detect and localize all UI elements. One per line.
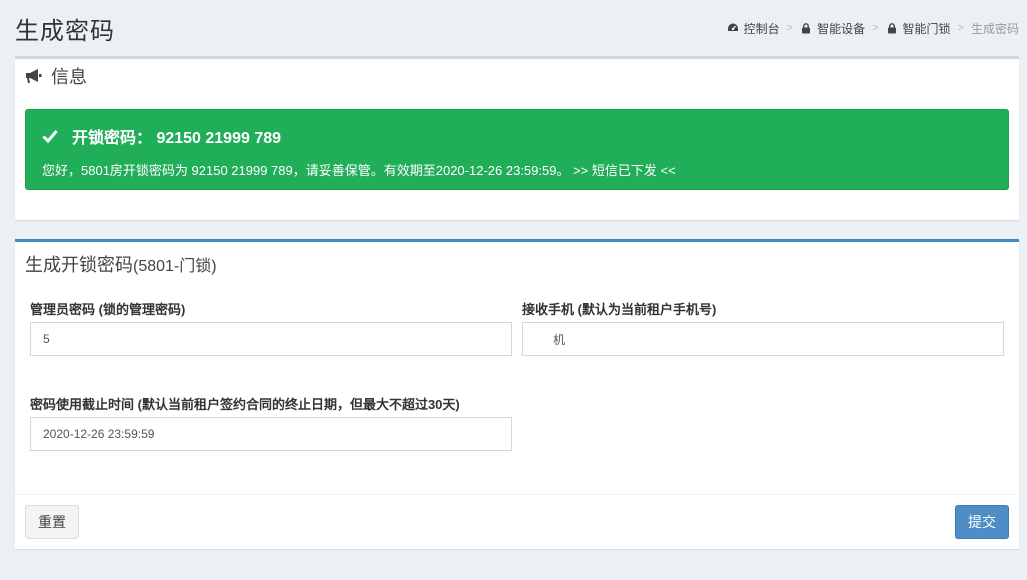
breadcrumb-separator: >	[957, 22, 964, 34]
expire-time-label: 密码使用截止时间 (默认当前租户签约合同的终止日期，但最大不超过30天)	[30, 397, 460, 412]
breadcrumb-item-smart-devices[interactable]: 智能设备	[800, 20, 865, 37]
breadcrumb-item-dashboard[interactable]: 控制台	[727, 20, 780, 37]
form-subtitle: (5801-门锁)	[133, 258, 217, 275]
page-header: 生成密码 控制台 > 智能设备 > 智能门锁 > 生成密码	[15, 8, 1019, 48]
success-alert: 开锁密码： 92150 21999 789 您好，5801房开锁密码为 9215…	[25, 109, 1009, 190]
breadcrumb-label: 智能门锁	[902, 21, 951, 36]
lock-icon	[802, 23, 811, 34]
breadcrumb-item-smart-locks[interactable]: 智能门锁	[886, 20, 951, 37]
breadcrumb-current: 生成密码	[970, 21, 1019, 36]
form-title-text: 生成开锁密码	[25, 255, 133, 275]
form-box-title: 生成开锁密码(5801-门锁)	[25, 251, 217, 277]
form-footer: 重置 提交	[15, 494, 1019, 549]
page-title: 生成密码	[15, 17, 115, 45]
alert-message: 您好，5801房开锁密码为 92150 21999 789，请妥善保管。有效期至…	[42, 163, 676, 178]
expire-time-input[interactable]	[30, 417, 512, 451]
breadcrumb: 控制台 > 智能设备 > 智能门锁 > 生成密码	[727, 20, 1019, 37]
info-box-title: 信息	[51, 67, 87, 87]
form-box-header: 生成开锁密码(5801-门锁)	[15, 242, 1019, 284]
dashboard-icon	[727, 23, 738, 31]
alert-title-row: 开锁密码： 92150 21999 789	[42, 124, 992, 148]
info-box-header: 信息	[15, 59, 1019, 93]
breadcrumb-label: 控制台	[743, 21, 780, 36]
breadcrumb-separator: >	[786, 22, 794, 34]
lock-icon	[887, 23, 896, 34]
info-box: 信息 开锁密码： 92150 21999 789 您好，5801房开锁密码为 9…	[15, 56, 1019, 220]
form-box: 生成开锁密码(5801-门锁) 管理员密码 (锁的管理密码) 接收手机 (默认为…	[15, 239, 1019, 549]
check-icon	[42, 130, 58, 143]
receiver-phone-label: 接收手机 (默认为当前租户手机号)	[522, 302, 717, 317]
receiver-phone-input[interactable]	[522, 322, 1004, 356]
admin-password-input[interactable]	[30, 322, 512, 356]
alert-title: 开锁密码： 92150 21999 789	[72, 130, 282, 147]
bullhorn-icon	[26, 69, 42, 83]
submit-button[interactable]: 提交	[955, 505, 1009, 539]
breadcrumb-label: 智能设备	[817, 21, 866, 36]
admin-password-label: 管理员密码 (锁的管理密码)	[30, 302, 186, 317]
reset-button[interactable]: 重置	[25, 505, 79, 539]
breadcrumb-separator: >	[872, 22, 879, 34]
